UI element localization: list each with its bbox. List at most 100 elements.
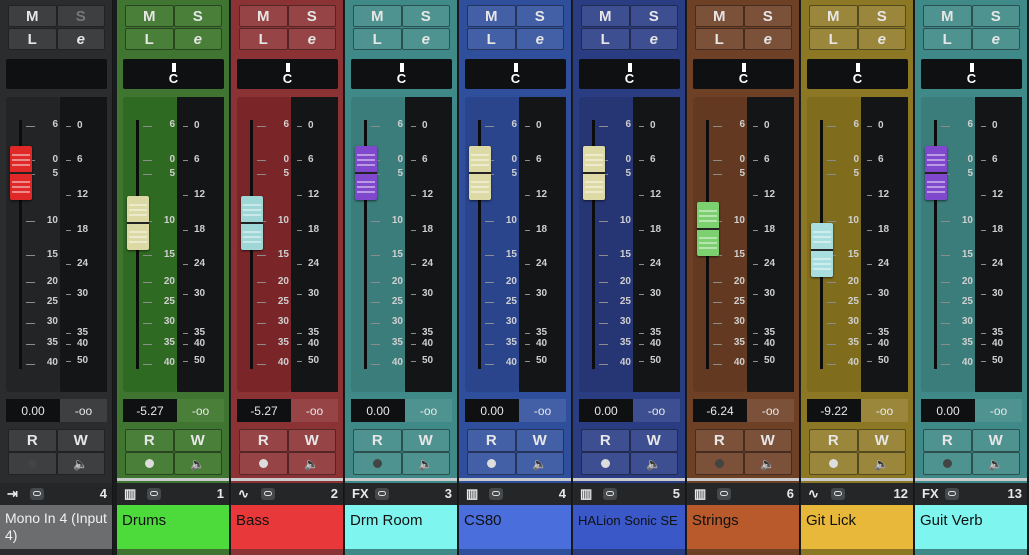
edit-channel-button[interactable]: e [515, 28, 564, 50]
mute-button[interactable]: M [923, 5, 972, 27]
channel-name[interactable]: Git Lick [801, 505, 913, 549]
record-enable-button[interactable] [923, 452, 972, 475]
meter-peak-display[interactable]: -oo [177, 399, 224, 422]
meter-peak-display[interactable]: -oo [405, 399, 452, 422]
pan-control[interactable]: C [351, 59, 452, 89]
listen-button[interactable]: L [467, 28, 516, 50]
read-automation-button[interactable]: R [809, 429, 858, 452]
monitor-button[interactable]: 🔈 [287, 452, 336, 475]
edit-channel-button[interactable]: e [857, 28, 906, 50]
write-automation-button[interactable]: W [515, 429, 564, 452]
fader-value-display[interactable]: 0.00 [351, 399, 405, 422]
fader-value-display[interactable]: -5.27 [123, 399, 177, 422]
write-automation-button[interactable]: W [857, 429, 906, 452]
write-automation-button[interactable]: W [173, 429, 222, 452]
channel-name[interactable]: HALion Sonic SE [573, 505, 685, 549]
listen-button[interactable]: L [353, 28, 402, 50]
channel-name[interactable]: Drums [117, 505, 229, 549]
volume-fader-handle[interactable] [355, 146, 377, 200]
monitor-button[interactable]: 🔈 [515, 452, 564, 475]
record-enable-button[interactable] [695, 452, 744, 475]
fader-value-display[interactable]: -6.24 [693, 399, 747, 422]
write-automation-button[interactable]: W [287, 429, 336, 452]
solo-button[interactable]: S [173, 5, 222, 27]
pan-control[interactable] [6, 59, 107, 89]
mute-button[interactable]: M [809, 5, 858, 27]
record-enable-button[interactable] [467, 452, 516, 475]
record-enable-button[interactable] [353, 452, 402, 475]
listen-button[interactable]: L [8, 28, 57, 50]
meter-peak-display[interactable]: -oo [291, 399, 338, 422]
monitor-button[interactable]: 🔈 [629, 452, 678, 475]
listen-button[interactable]: L [125, 28, 174, 50]
read-automation-button[interactable]: R [695, 429, 744, 452]
solo-button[interactable]: S [857, 5, 906, 27]
record-enable-button[interactable] [125, 452, 174, 475]
pan-control[interactable]: C [579, 59, 680, 89]
link-icon[interactable] [30, 488, 44, 500]
channel-name[interactable]: Mono In 4 (Input 4) [0, 505, 112, 549]
pan-control[interactable]: C [123, 59, 224, 89]
record-enable-button[interactable] [581, 452, 630, 475]
edit-channel-button[interactable]: e [56, 28, 105, 50]
read-automation-button[interactable]: R [125, 429, 174, 452]
mute-button[interactable]: M [239, 5, 288, 27]
read-automation-button[interactable]: R [353, 429, 402, 452]
link-icon[interactable] [831, 488, 845, 500]
pan-control[interactable]: C [465, 59, 566, 89]
fader-value-display[interactable]: 0.00 [6, 399, 60, 422]
record-enable-button[interactable] [8, 452, 57, 475]
pan-control[interactable]: C [237, 59, 338, 89]
pan-control[interactable]: C [921, 59, 1022, 89]
listen-button[interactable]: L [695, 28, 744, 50]
volume-fader-handle[interactable] [241, 195, 263, 250]
edit-channel-button[interactable]: e [287, 28, 336, 50]
monitor-button[interactable]: 🔈 [173, 452, 222, 475]
read-automation-button[interactable]: R [467, 429, 516, 452]
read-automation-button[interactable]: R [581, 429, 630, 452]
monitor-button[interactable]: 🔈 [971, 452, 1020, 475]
link-icon[interactable] [603, 488, 617, 500]
meter-peak-display[interactable]: -oo [975, 399, 1022, 422]
fader-value-display[interactable]: 0.00 [465, 399, 519, 422]
fader-value-display[interactable]: 0.00 [921, 399, 975, 422]
read-automation-button[interactable]: R [239, 429, 288, 452]
edit-channel-button[interactable]: e [629, 28, 678, 50]
mute-button[interactable]: M [353, 5, 402, 27]
mute-button[interactable]: M [8, 5, 57, 27]
write-automation-button[interactable]: W [743, 429, 792, 452]
mute-button[interactable]: M [125, 5, 174, 27]
pan-control[interactable]: C [807, 59, 908, 89]
link-icon[interactable] [375, 488, 389, 500]
link-icon[interactable] [717, 488, 731, 500]
monitor-button[interactable]: 🔈 [743, 452, 792, 475]
meter-peak-display[interactable]: -oo [519, 399, 566, 422]
solo-button[interactable]: S [971, 5, 1020, 27]
channel-name[interactable]: Guit Verb [915, 505, 1027, 549]
read-automation-button[interactable]: R [923, 429, 972, 452]
read-automation-button[interactable]: R [8, 429, 57, 452]
channel-name[interactable]: Strings [687, 505, 799, 549]
monitor-button[interactable]: 🔈 [857, 452, 906, 475]
monitor-button[interactable]: 🔈 [56, 452, 105, 475]
meter-peak-display[interactable]: -oo [861, 399, 908, 422]
volume-fader-handle[interactable] [10, 146, 32, 200]
edit-channel-button[interactable]: e [173, 28, 222, 50]
solo-button[interactable]: S [515, 5, 564, 27]
record-enable-button[interactable] [239, 452, 288, 475]
solo-button[interactable]: S [743, 5, 792, 27]
listen-button[interactable]: L [581, 28, 630, 50]
solo-button[interactable]: S [287, 5, 336, 27]
link-icon[interactable] [945, 488, 959, 500]
channel-name[interactable]: Drm Room [345, 505, 457, 549]
link-icon[interactable] [261, 488, 275, 500]
write-automation-button[interactable]: W [56, 429, 105, 452]
fader-value-display[interactable]: -9.22 [807, 399, 861, 422]
fader-value-display[interactable]: 0.00 [579, 399, 633, 422]
channel-name[interactable]: Bass [231, 505, 343, 549]
meter-peak-display[interactable]: -oo [60, 399, 107, 422]
volume-fader-handle[interactable] [127, 195, 149, 250]
meter-peak-display[interactable]: -oo [633, 399, 680, 422]
record-enable-button[interactable] [809, 452, 858, 475]
solo-button[interactable]: S [56, 5, 105, 27]
